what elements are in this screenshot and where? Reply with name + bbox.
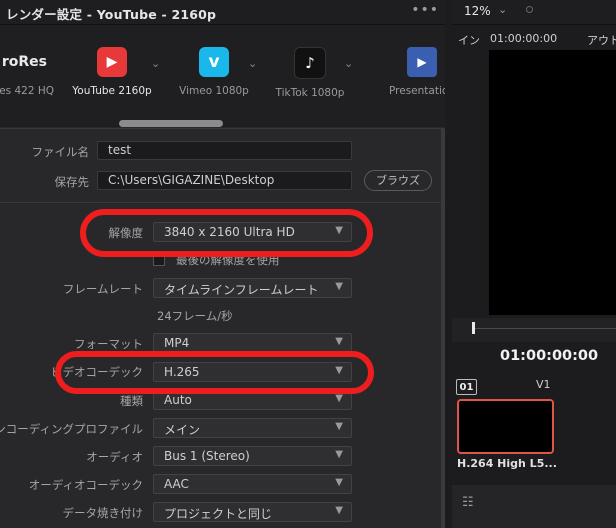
encoding-profile-label: エンコーディングプロファイル: [0, 422, 143, 436]
preset-label: TikTok 1080p: [275, 87, 345, 99]
data-burnin-dropdown[interactable]: プロジェクトと同じ ▼: [153, 502, 352, 522]
format-dropdown[interactable]: MP4 ▼: [153, 333, 352, 353]
clip-label: H.264 High L5...: [457, 457, 557, 470]
window-title: レンダー設定 - YouTube - 2160p: [6, 7, 217, 22]
framerate-dropdown[interactable]: タイムラインフレームレート ▼: [153, 278, 352, 298]
audio-label: オーディオ: [86, 450, 143, 464]
prores-icon: roRes: [1, 54, 47, 70]
location-input[interactable]: C:\Users\GIGAZINE\Desktop: [97, 171, 352, 190]
preset-label: Presentation: [389, 85, 445, 97]
chevron-down-icon: ▼: [335, 421, 343, 432]
vimeo-icon: v: [199, 47, 229, 77]
type-label: 種類: [120, 394, 143, 408]
chevron-down-icon: ▼: [335, 449, 343, 460]
render-settings-titlebar: レンダー設定 - YouTube - 2160p •••: [0, 0, 445, 25]
clip-thumbnail[interactable]: [457, 399, 554, 454]
framerate-label: フレームレート: [62, 282, 143, 296]
options-menu-button[interactable]: •••: [411, 2, 439, 18]
in-label: イン: [458, 34, 480, 47]
format-label: フォーマット: [74, 337, 143, 351]
chevron-down-icon: ▼: [335, 393, 343, 404]
chevron-down-icon: ▼: [335, 477, 343, 488]
chevron-down-icon[interactable]: ⌄: [151, 57, 160, 70]
preset-scrollbar[interactable]: [119, 120, 223, 127]
preset-label: es 422 HQ: [0, 85, 54, 97]
scrubber-track: [473, 328, 616, 329]
presentation-icon: ▶: [407, 47, 437, 77]
preset-tiktok[interactable]: ♪ TikTok 1080p: [274, 47, 346, 99]
chevron-down-icon: ▼: [335, 281, 343, 292]
preset-vimeo[interactable]: v Vimeo 1080p: [176, 47, 252, 97]
chevron-down-icon: ▼: [335, 336, 343, 347]
chevron-down-icon[interactable]: ⌄: [498, 3, 507, 16]
chevron-down-icon[interactable]: ⌄: [248, 57, 257, 70]
location-label: 保存先: [54, 175, 90, 189]
video-viewer[interactable]: [489, 50, 616, 315]
codec-highlight-circle: [55, 351, 374, 394]
viewer-panel: 12% ⌄ イン 01:00:00:00 アウト 01:00:00:00 01 …: [452, 0, 616, 528]
audio-dropdown[interactable]: Bus 1 (Stereo) ▼: [153, 446, 352, 466]
tiktok-icon: ♪: [294, 47, 326, 79]
preset-youtube[interactable]: ▶ YouTube 2160p: [71, 47, 153, 97]
audio-codec-dropdown[interactable]: AAC ▼: [153, 474, 352, 494]
viewer-scrubber[interactable]: [452, 318, 616, 342]
data-burnin-label: データ焼き付け: [62, 506, 144, 520]
preset-presentation[interactable]: ▶ Presentation: [382, 47, 445, 97]
filename-label: ファイル名: [31, 145, 90, 159]
in-timecode[interactable]: 01:00:00:00: [490, 32, 557, 45]
viewer-bottom-bar: ☷: [452, 485, 616, 528]
playhead-handle[interactable]: [472, 322, 475, 334]
clip-list-icon[interactable]: ☷: [462, 495, 474, 510]
preset-label: YouTube 2160p: [72, 85, 152, 97]
preset-strip: roRes es 422 HQ ▶ YouTube 2160p ⌄ v Vime…: [0, 25, 445, 127]
section-divider: [0, 128, 445, 129]
zoom-level[interactable]: 12%: [464, 4, 491, 18]
encoding-profile-dropdown[interactable]: メイン ▼: [153, 418, 352, 438]
chevron-down-icon[interactable]: ⌄: [344, 57, 353, 70]
render-settings-panel: レンダー設定 - YouTube - 2160p ••• roRes es 42…: [0, 0, 445, 528]
preset-label: Vimeo 1080p: [179, 85, 249, 97]
youtube-icon: ▶: [97, 47, 127, 77]
section-divider: [0, 202, 445, 203]
status-dot-icon: [526, 6, 533, 13]
preset-prores[interactable]: roRes es 422 HQ: [0, 47, 54, 97]
viewer-toolbar: 12% ⌄: [452, 0, 616, 25]
framerate-note: 24フレーム/秒: [157, 309, 233, 323]
current-timecode: 01:00:00:00: [500, 348, 599, 364]
out-label: アウト: [587, 34, 616, 47]
browse-button[interactable]: ブラウズ: [364, 170, 432, 191]
filename-input[interactable]: test: [97, 141, 352, 160]
track-label: V1: [536, 378, 551, 391]
resolution-highlight-circle: [80, 209, 373, 257]
settings-scrollbar[interactable]: [441, 128, 445, 528]
audio-codec-label: オーディオコーデック: [28, 478, 143, 492]
clip-index-badge: 01: [456, 379, 477, 395]
chevron-down-icon: ▼: [335, 505, 343, 516]
